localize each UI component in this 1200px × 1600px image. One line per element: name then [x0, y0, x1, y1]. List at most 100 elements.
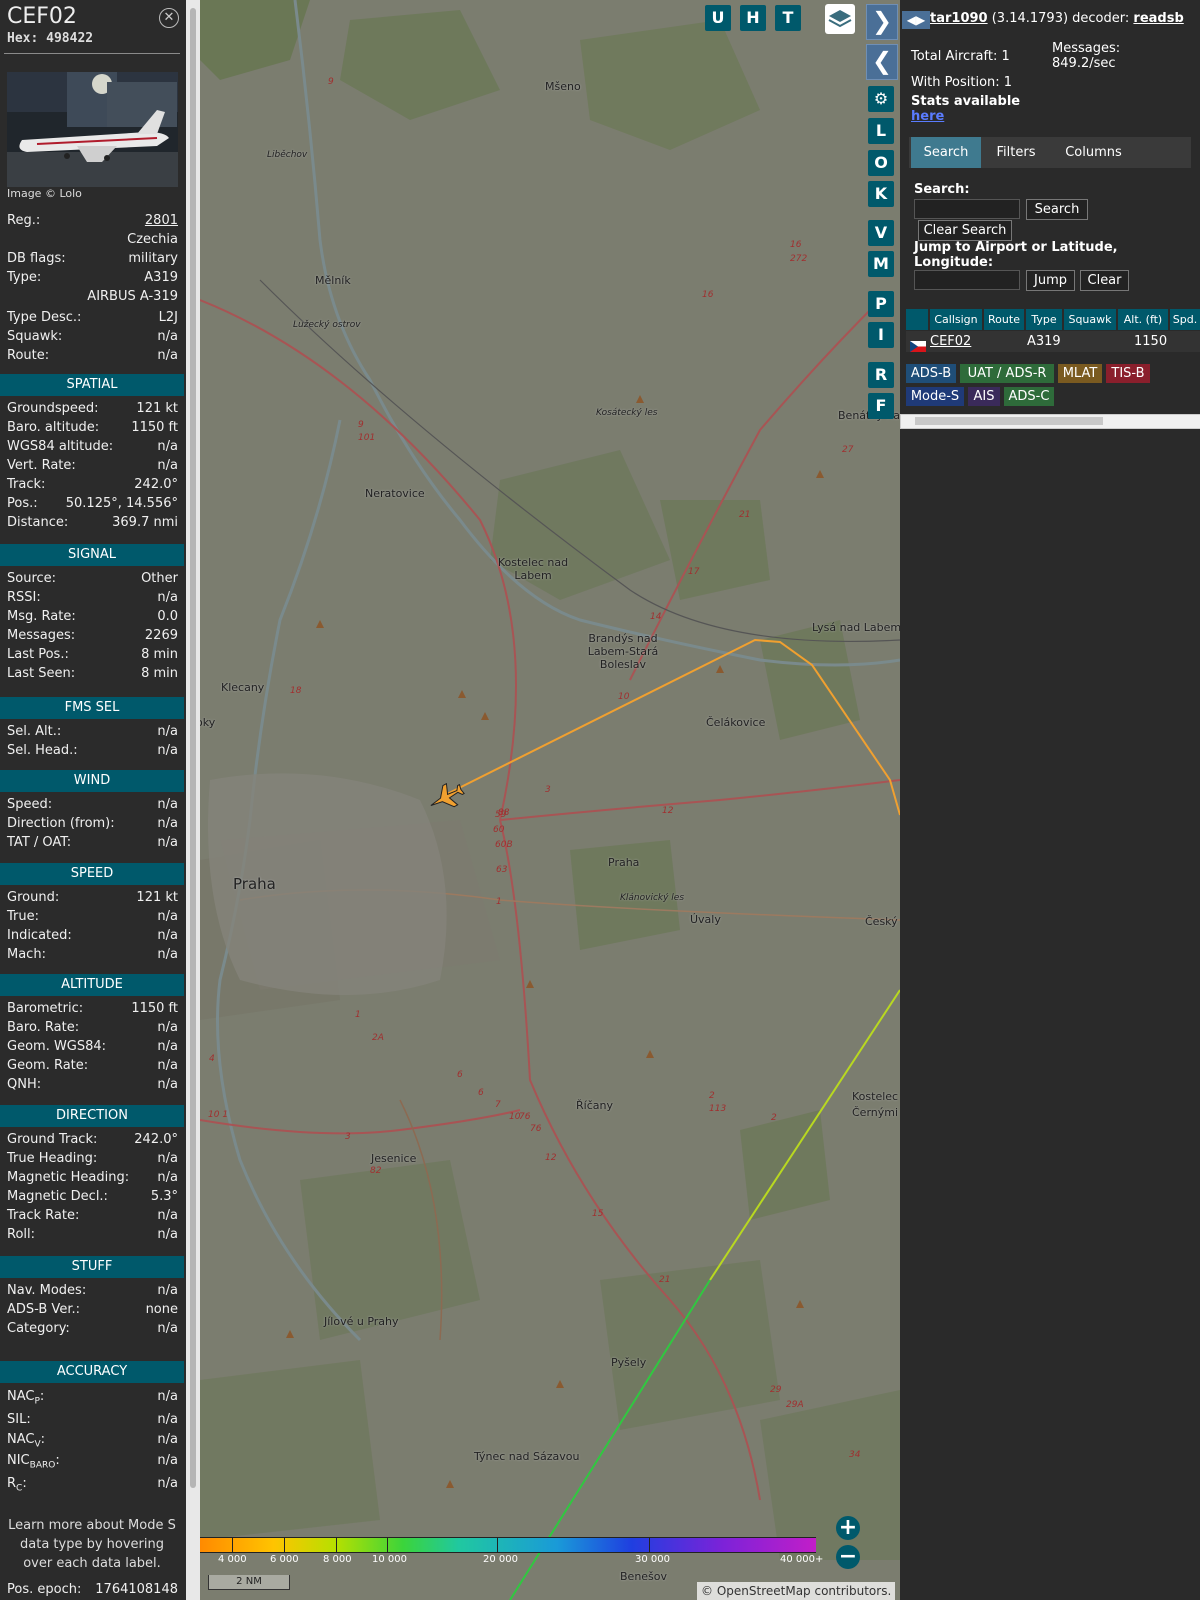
- signal-row: Messages: 2269: [7, 628, 178, 646]
- stuff-row-value: n/a: [157, 1321, 178, 1336]
- info-row-value[interactable]: 2801: [145, 213, 178, 228]
- scale-tick: [649, 1537, 650, 1552]
- map-road-label: 60B: [495, 840, 513, 850]
- map-road-label: 3: [545, 785, 551, 795]
- jump-input[interactable]: [914, 270, 1020, 290]
- scrollbar-thumb[interactable]: [915, 417, 1103, 425]
- map-place-label: oky: [200, 716, 216, 729]
- search-button[interactable]: Search: [1026, 199, 1088, 220]
- info-row-value: military: [128, 251, 178, 266]
- map-button-m[interactable]: M: [868, 251, 894, 277]
- map-place-label: Jesenice: [371, 1152, 417, 1165]
- openstreetmap-link[interactable]: OpenStreetMap: [717, 1584, 811, 1598]
- clear-button[interactable]: Clear: [1080, 270, 1129, 291]
- pos-epoch-value: 1764108148: [95, 1582, 178, 1597]
- accuracy-row-value: n/a: [157, 1389, 178, 1404]
- map-button-f[interactable]: F: [868, 393, 894, 419]
- speed-row: True: n/a: [7, 909, 178, 927]
- map-button-i[interactable]: I: [868, 322, 894, 348]
- tab-columns[interactable]: Columns: [1051, 137, 1136, 168]
- badge-adsb[interactable]: ADS-B: [906, 364, 956, 383]
- table-header-callsign[interactable]: Callsign: [930, 309, 982, 330]
- accuracy-row: NACP: n/a: [7, 1389, 178, 1407]
- table-header-speed[interactable]: Spd.: [1170, 309, 1200, 330]
- map-button-o[interactable]: O: [868, 150, 894, 176]
- scale-label: 20 000: [483, 1554, 518, 1565]
- readsb-link[interactable]: readsb: [1133, 11, 1183, 26]
- map-road-label: 76: [519, 1112, 531, 1122]
- settings-gear-icon[interactable]: ⚙: [868, 86, 894, 112]
- speed-row: Indicated: n/a: [7, 928, 178, 946]
- stats-link[interactable]: here: [911, 109, 944, 124]
- zoom-out-icon[interactable]: −: [836, 1545, 860, 1569]
- table-header-altitude[interactable]: Alt. (ft): [1118, 309, 1168, 330]
- zoom-in-icon[interactable]: +: [836, 1516, 860, 1540]
- section-header-direction: DIRECTION: [0, 1105, 184, 1127]
- direction-row: Magnetic Decl.: 5.3°: [7, 1189, 178, 1207]
- section-header-speed: SPEED: [0, 863, 184, 885]
- row-callsign-link[interactable]: CEF02: [930, 334, 971, 349]
- map-button-r[interactable]: R: [868, 362, 894, 388]
- wind-row-value: n/a: [157, 797, 178, 812]
- spatial-row-value: n/a: [157, 458, 178, 473]
- badge-uat-adsr[interactable]: UAT / ADS-R: [960, 364, 1054, 383]
- wind-row-label: TAT / OAT:: [7, 835, 72, 850]
- aircraft-photo[interactable]: [7, 72, 178, 187]
- badge-mlat[interactable]: MLAT: [1058, 364, 1102, 383]
- spatial-row: Vert. Rate: n/a: [7, 458, 178, 476]
- map-attribution: © OpenStreetMap contributors.: [697, 1582, 896, 1600]
- tar1090-link[interactable]: tar1090: [930, 11, 988, 26]
- messages-label: Messages:: [1052, 41, 1121, 56]
- direction-row-label: Roll:: [7, 1227, 36, 1242]
- direction-row-label: Magnetic Heading:: [7, 1170, 130, 1185]
- panel-resize-arrows-icon[interactable]: ◀▶: [902, 11, 930, 29]
- jump-button[interactable]: Jump: [1026, 270, 1075, 291]
- badge-adsc[interactable]: ADS-C: [1004, 387, 1054, 406]
- close-icon[interactable]: ✕: [159, 8, 179, 28]
- altitude-row-label: Barometric:: [7, 1001, 84, 1016]
- speed-row-value: 121 kt: [136, 890, 178, 905]
- map-road-label: 6: [478, 1088, 484, 1098]
- map-road-label: 1: [355, 1010, 361, 1020]
- map-button-h[interactable]: H: [740, 5, 766, 31]
- tab-filters[interactable]: Filters: [984, 137, 1048, 168]
- sidebar-scrollbar-thumb[interactable]: [190, 8, 196, 1488]
- map-button-k[interactable]: K: [868, 181, 894, 207]
- map-button-l[interactable]: L: [868, 118, 894, 144]
- altitude-row: Baro. Rate: n/a: [7, 1020, 178, 1038]
- table-header-squawk[interactable]: Squawk: [1064, 309, 1116, 330]
- learn-more-text: Learn more about Mode S data type by hov…: [8, 1518, 176, 1571]
- search-input[interactable]: [914, 199, 1020, 219]
- badge-ais[interactable]: AIS: [968, 387, 1000, 406]
- signal-row-value: n/a: [157, 590, 178, 605]
- accuracy-row-label: SIL:: [7, 1412, 31, 1427]
- direction-row-label: True Heading:: [7, 1151, 98, 1166]
- table-header-type[interactable]: Type: [1026, 309, 1062, 330]
- map-view[interactable]: Mšeno Liběchov Mělník Lužecký ostrov Neratov…: [200, 0, 900, 1600]
- map-road-label: 10 1: [208, 1110, 229, 1120]
- map-button-u[interactable]: U: [705, 5, 731, 31]
- map-road-label: 101: [358, 433, 376, 443]
- aircraft-hex: Hex: 498422: [7, 31, 94, 46]
- badge-modes[interactable]: Mode-S: [906, 387, 964, 406]
- table-header-route[interactable]: Route: [984, 309, 1024, 330]
- info-row-label: Route:: [7, 348, 50, 363]
- map-button-p[interactable]: P: [868, 291, 894, 317]
- with-position: With Position: 1: [911, 75, 1013, 90]
- wind-row: Speed: n/a: [7, 797, 178, 815]
- map-button-t[interactable]: T: [775, 5, 801, 31]
- clear-search-button[interactable]: Clear Search: [918, 220, 1012, 241]
- badge-tisb[interactable]: TIS-B: [1106, 364, 1150, 383]
- expand-panel-button[interactable]: ❯: [866, 4, 898, 40]
- map-road-label: 9: [358, 420, 364, 430]
- wind-row-label: Speed:: [7, 797, 53, 812]
- scale-tick: [387, 1537, 388, 1552]
- map-place-label: Úvaly: [690, 913, 721, 926]
- map-button-v[interactable]: V: [868, 220, 894, 246]
- layers-icon[interactable]: [825, 4, 855, 34]
- spatial-row-value: 121 kt: [136, 401, 178, 416]
- collapse-panel-button[interactable]: ❮: [866, 44, 898, 80]
- tab-search[interactable]: Search: [911, 137, 981, 168]
- map-place-label: Klánovický les: [620, 893, 685, 903]
- table-horizontal-scrollbar[interactable]: [900, 414, 1200, 429]
